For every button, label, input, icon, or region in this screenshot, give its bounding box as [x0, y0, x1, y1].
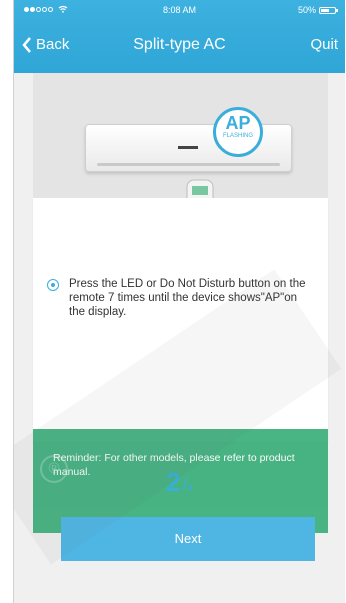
step-total: 4: [187, 483, 194, 494]
step-current: 2: [165, 467, 181, 497]
radio-selected-icon: [47, 279, 59, 291]
battery-percent: 50%: [297, 5, 316, 15]
phone-frame: 8:08 AM 50% Back Split-type AC Quit AP F…: [13, 0, 345, 603]
ap-flashing-badge: AP FLASHING: [213, 107, 263, 157]
instruction-card: Press the LED or Do Not Disturb button o…: [33, 198, 328, 533]
status-time: 8:08 AM: [162, 5, 197, 15]
quit-button[interactable]: Quit: [310, 36, 338, 53]
ap-label: AP: [225, 113, 251, 133]
next-button[interactable]: Next: [61, 517, 315, 561]
header: 8:08 AM 50% Back Split-type AC Quit: [14, 0, 345, 73]
ac-vent-icon: [97, 163, 280, 166]
instruction-item: Press the LED or Do Not Disturb button o…: [47, 277, 315, 319]
battery-status: 50%: [297, 5, 338, 15]
ac-display-icon: [178, 146, 198, 149]
battery-icon: [319, 6, 338, 14]
page: 8:08 AM 50% Back Split-type AC Quit AP F…: [0, 0, 346, 603]
page-title: Split-type AC: [133, 36, 226, 53]
step-indicator: 2/4: [14, 467, 345, 498]
nav-bar: Back Split-type AC Quit: [14, 26, 345, 62]
status-bar: 8:08 AM 50%: [14, 3, 345, 19]
ap-flashing-label: FLASHING: [222, 133, 253, 139]
instruction-text: Press the LED or Do Not Disturb button o…: [69, 278, 306, 318]
content: AP FLASHING Press the LED or Do Not Dist…: [14, 73, 345, 603]
